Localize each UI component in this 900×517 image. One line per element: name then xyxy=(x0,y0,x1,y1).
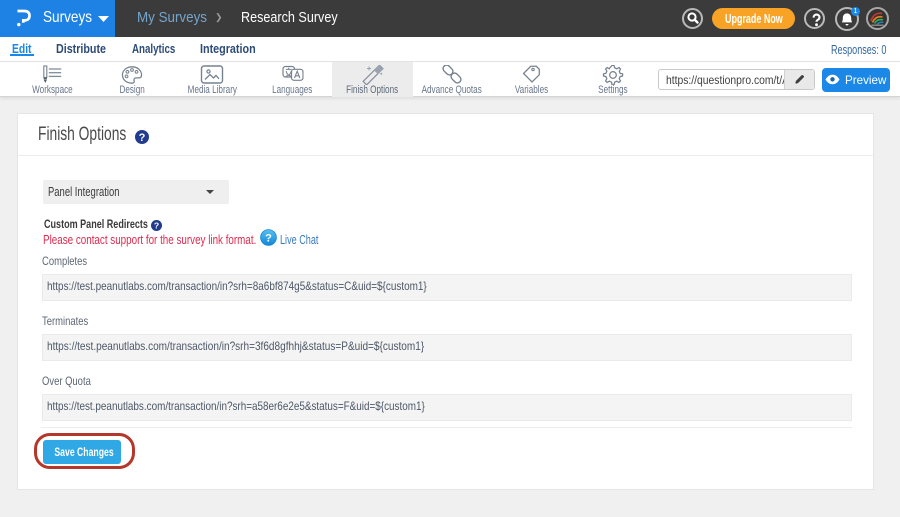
svg-text:?: ? xyxy=(139,132,146,144)
svg-text:?: ? xyxy=(265,233,272,245)
svg-text:?: ? xyxy=(154,221,159,231)
